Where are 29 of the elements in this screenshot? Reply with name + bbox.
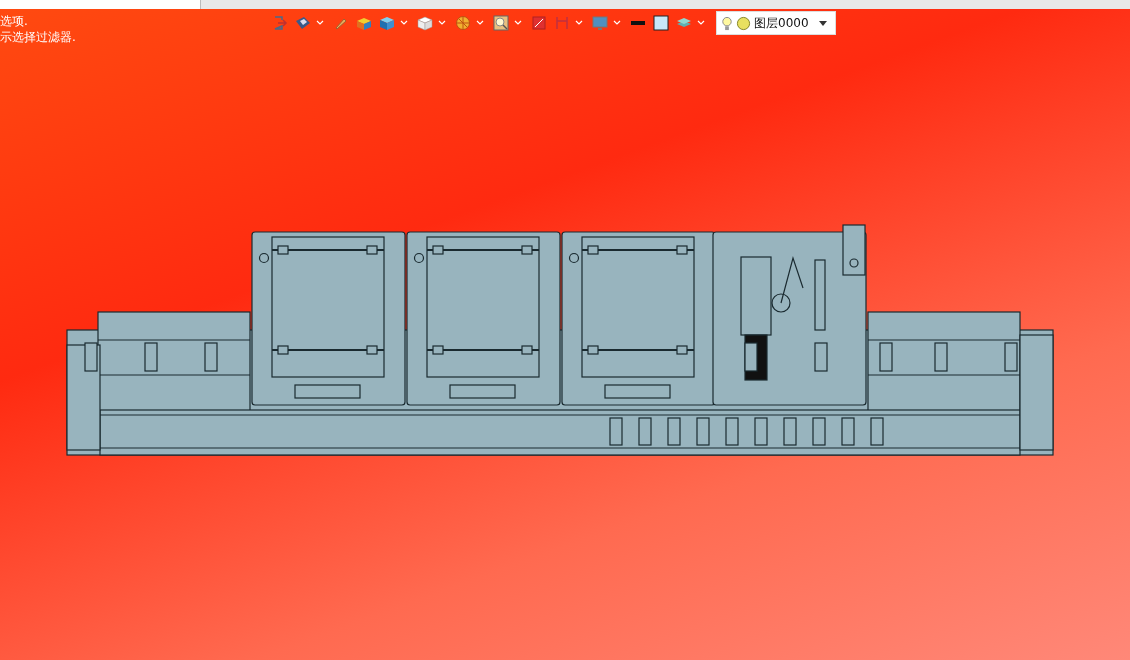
view-icon (295, 15, 311, 31)
layer-dropdown[interactable]: 图层0000 (716, 11, 836, 35)
monitor-icon (592, 15, 608, 31)
exit-icon (272, 15, 288, 31)
caret-icon[interactable] (400, 20, 408, 26)
caret-icon[interactable] (514, 20, 522, 26)
cube-icon (379, 15, 395, 31)
frame-icon (531, 15, 547, 31)
caret-icon[interactable] (476, 20, 484, 26)
caret-icon[interactable] (613, 20, 621, 26)
cube-icon (417, 15, 433, 31)
pie-button[interactable] (453, 13, 473, 33)
cube-button[interactable] (415, 13, 435, 33)
square-icon (653, 15, 669, 31)
caret-icon[interactable] (575, 20, 583, 26)
bracket-icon (554, 15, 570, 31)
lightbulb-icon (721, 15, 733, 31)
pie-icon (455, 15, 471, 31)
caret-icon[interactable] (438, 20, 446, 26)
command-prompt-line: 选项. (0, 13, 29, 29)
caret-icon[interactable] (316, 20, 324, 26)
shaded-box-icon (356, 15, 372, 31)
circle-icon (736, 15, 751, 31)
dropdown-arrow-icon (819, 20, 827, 26)
caret-icon[interactable] (697, 20, 705, 26)
square-button[interactable] (651, 13, 671, 33)
zoom-button[interactable] (491, 13, 511, 33)
command-prompt-line: 示选择过滤器. (0, 29, 76, 45)
zoom-icon (493, 15, 509, 31)
